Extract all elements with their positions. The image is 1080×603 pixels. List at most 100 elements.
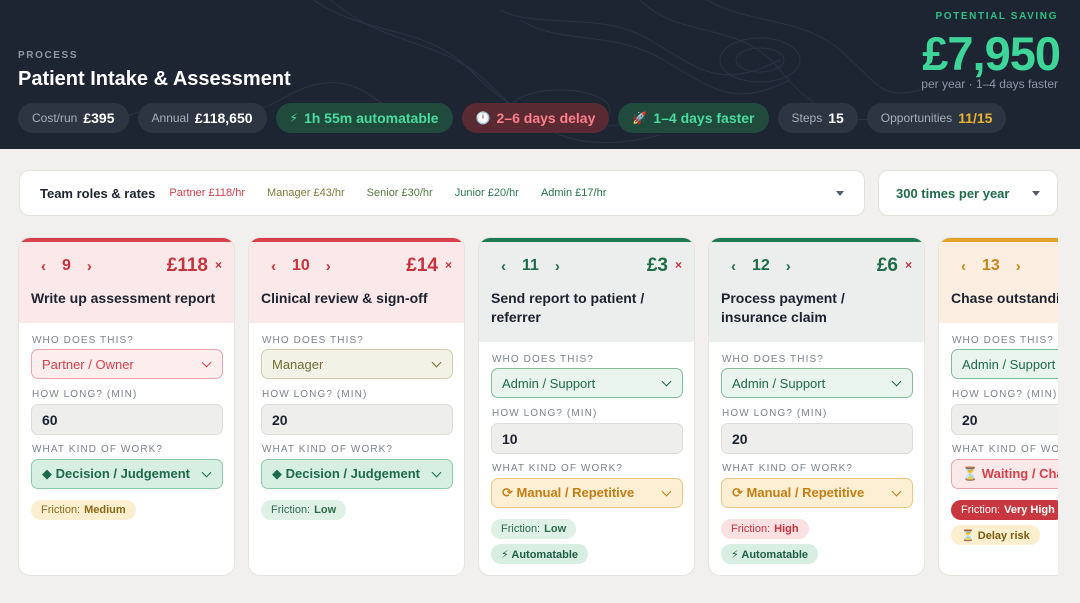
rate-admin: Admin £17/hr: [540, 187, 607, 199]
kind-value: ◆ Decision / Judgement: [42, 466, 190, 481]
status-band: [249, 238, 464, 242]
step-title[interactable]: Write up assessment report: [31, 289, 222, 308]
who-select[interactable]: Manager: [261, 349, 453, 379]
process-header: PROCESS Patient Intake & Assessment POTE…: [0, 0, 1080, 149]
step-card-header: [939, 238, 1058, 323]
kind-label: WHAT KIND OF WORK?: [262, 444, 394, 455]
who-label: WHO DOES THIS?: [952, 335, 1054, 346]
saving-subtitle: per year · 1–4 days faster: [921, 77, 1058, 91]
who-value: Admin / Support: [962, 356, 1056, 372]
friction-value: High: [774, 523, 799, 535]
friction-badge: Friction: High: [721, 519, 809, 539]
kind-select[interactable]: ⟳ Manual / Repetitive: [491, 478, 683, 508]
rate-junior: Junior £20/hr: [454, 187, 519, 199]
faster-value: 1–4 days faster: [653, 110, 755, 126]
kind-value: ◆ Decision / Judgement: [272, 466, 420, 481]
minutes-input[interactable]: 60: [31, 404, 223, 435]
steps-label: Steps: [791, 111, 823, 125]
chevron-left-icon[interactable]: ‹: [271, 258, 276, 275]
minutes-input[interactable]: 20: [261, 404, 453, 435]
chevron-down-icon: [201, 467, 212, 478]
step-title[interactable]: Process payment / insurance claim: [721, 289, 912, 327]
step-cost: £6: [876, 255, 898, 276]
who-select[interactable]: Admin / Support: [951, 349, 1058, 379]
caret-down-icon: [1032, 191, 1040, 196]
friction-badge: Friction: Low: [261, 500, 347, 520]
chevron-right-icon[interactable]: ›: [326, 258, 331, 275]
step-number: 13: [982, 257, 1000, 274]
steps-chip: Steps 15: [777, 103, 858, 133]
annual-cost-label: Annual: [151, 111, 189, 125]
kind-label: WHAT KIND OF WORK?: [722, 463, 854, 474]
delay-risk-badge: ⏳ Delay risk: [951, 525, 1040, 545]
how-long-label: HOW LONG? (MIN): [722, 408, 828, 419]
minutes-input[interactable]: 20: [721, 423, 913, 454]
how-long-label: HOW LONG? (MIN): [492, 408, 598, 419]
chevron-left-icon[interactable]: ‹: [501, 258, 506, 275]
step-title[interactable]: Chase outstanding: [951, 289, 1058, 308]
who-value: Partner / Owner: [42, 356, 134, 372]
chevron-left-icon[interactable]: ‹: [731, 258, 736, 275]
remove-step-button[interactable]: ×: [675, 258, 682, 272]
remove-step-button[interactable]: ×: [445, 258, 452, 272]
team-roles-title: Team roles & rates: [40, 185, 156, 201]
who-value: Admin / Support: [502, 375, 596, 391]
chevron-right-icon[interactable]: ›: [555, 258, 560, 275]
process-label: PROCESS: [18, 50, 79, 61]
chevron-down-icon: [661, 376, 672, 387]
chevron-left-icon[interactable]: ‹: [961, 258, 966, 275]
minutes-input[interactable]: 10: [491, 423, 683, 454]
chevron-right-icon[interactable]: ›: [786, 258, 791, 275]
friction-value: Low: [544, 523, 567, 535]
who-value: Manager: [272, 356, 324, 372]
kind-label: WHAT KIND OF WORK?: [492, 463, 624, 474]
team-roles-dropdown[interactable]: Team roles & rates Partner £118/hr Manag…: [19, 170, 865, 216]
step-number-stepper: ‹ 11 ›: [501, 257, 560, 275]
step-title[interactable]: Clinical review & sign-off: [261, 289, 452, 308]
who-select[interactable]: Admin / Support: [491, 368, 683, 398]
automatable-chip: ⚡ 1h 55m automatable: [275, 103, 453, 133]
cost-per-run-label: Cost/run: [32, 111, 78, 125]
summary-chips: Cost/run £395 Annual £118,650 ⚡ 1h 55m a…: [18, 103, 1007, 133]
who-label: WHO DOES THIS?: [32, 335, 134, 346]
step-card: ‹ 9 › £118 × Write up assessment report …: [18, 237, 235, 576]
kind-select[interactable]: ⏳ Waiting / Cha: [951, 459, 1058, 489]
kind-select[interactable]: ◆ Decision / Judgement: [261, 459, 453, 489]
step-cost: £3: [646, 255, 668, 276]
rate-manager: Manager £43/hr: [267, 187, 345, 199]
page-title: Patient Intake & Assessment: [18, 68, 291, 90]
friction-badge: Friction: Medium: [31, 500, 136, 520]
delay-value: 2–6 days delay: [496, 110, 596, 126]
kind-value: ⟳ Manual / Repetitive: [502, 485, 635, 500]
kind-label: WHAT KIND OF WORK?: [952, 444, 1058, 455]
minutes-input[interactable]: 20: [951, 404, 1058, 435]
status-band: [19, 238, 234, 242]
status-band: [939, 238, 1058, 242]
friction-label: Friction:: [961, 504, 1001, 516]
step-number: 10: [292, 257, 310, 274]
status-band: [709, 238, 924, 242]
chevron-right-icon[interactable]: ›: [87, 258, 92, 275]
kind-select[interactable]: ⟳ Manual / Repetitive: [721, 478, 913, 508]
frequency-select[interactable]: 300 times per year: [878, 170, 1058, 216]
step-card: ‹ 11 › £3 × Send report to patient / ref…: [478, 237, 695, 576]
kind-select[interactable]: ◆ Decision / Judgement: [31, 459, 223, 489]
step-number-stepper: ‹ 12 ›: [731, 257, 791, 275]
who-label: WHO DOES THIS?: [262, 335, 364, 346]
automatable-badge: ⚡ Automatable: [491, 544, 588, 564]
step-number: 11: [522, 257, 539, 274]
chevron-right-icon[interactable]: ›: [1016, 258, 1021, 275]
chevron-left-icon[interactable]: ‹: [41, 258, 46, 275]
who-select[interactable]: Partner / Owner: [31, 349, 223, 379]
opportunities-value: 11/15: [958, 110, 993, 126]
how-long-label: HOW LONG? (MIN): [952, 389, 1058, 400]
kind-value: ⟳ Manual / Repetitive: [732, 485, 865, 500]
who-select[interactable]: Admin / Support: [721, 368, 913, 398]
friction-value: Low: [314, 504, 337, 516]
remove-step-button[interactable]: ×: [215, 258, 222, 272]
remove-step-button[interactable]: ×: [905, 258, 912, 272]
friction-label: Friction:: [731, 523, 771, 535]
step-number: 9: [62, 257, 71, 274]
step-title[interactable]: Send report to patient / referrer: [491, 289, 682, 327]
step-cards: ‹ 9 › £118 × Write up assessment report …: [18, 237, 1058, 577]
